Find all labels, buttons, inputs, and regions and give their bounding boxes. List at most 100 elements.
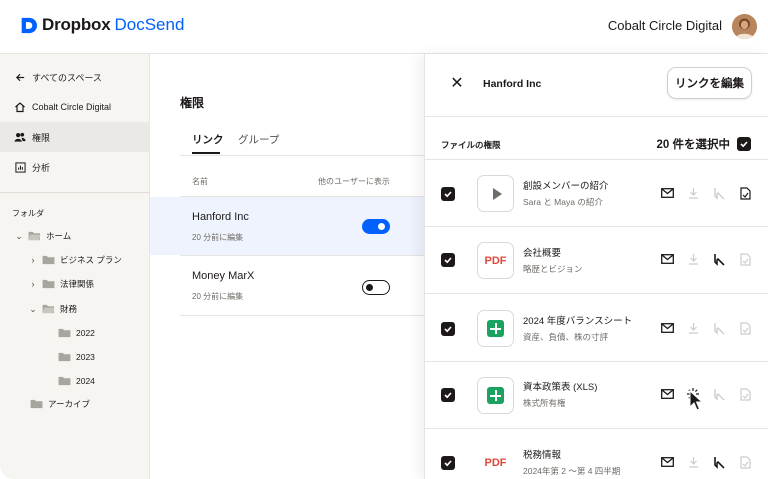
download-icon[interactable] xyxy=(686,321,700,335)
page-title: 権限 xyxy=(180,96,205,110)
spreadsheet-thumbnail xyxy=(477,310,514,347)
link-row-money-marx[interactable]: Money MarX 20 分前に編集 xyxy=(150,256,424,314)
column-header-visible: 他のユーザーに表示 xyxy=(318,177,390,186)
tab-groups[interactable]: グループ xyxy=(238,132,279,147)
document-check-icon[interactable] xyxy=(738,387,752,401)
row-divider xyxy=(180,315,424,316)
avatar-photo-icon xyxy=(732,14,757,39)
tree-item-finance[interactable]: ⌄ 財務 xyxy=(28,299,77,319)
signature-icon[interactable] xyxy=(712,455,726,469)
file-checkbox[interactable] xyxy=(441,322,455,336)
tree-item-label: 財務 xyxy=(60,304,78,314)
tab-links[interactable]: リンク xyxy=(192,132,224,147)
sidebar-item-analytics[interactable]: 分析 xyxy=(0,152,150,182)
visibility-toggle[interactable] xyxy=(362,280,390,295)
file-checkbox[interactable] xyxy=(441,253,455,267)
folder-icon xyxy=(30,399,43,409)
tree-item-2023[interactable]: 2023 xyxy=(58,347,95,367)
chevron-right-icon[interactable]: › xyxy=(28,255,38,265)
user-avatar[interactable] xyxy=(732,14,757,39)
tree-item-label: 2022 xyxy=(76,328,95,338)
file-description: Sara と Maya の紹介 xyxy=(523,197,603,207)
sidebar-item-label: すべてのスペース xyxy=(32,72,102,83)
document-check-icon[interactable] xyxy=(738,186,752,200)
email-icon[interactable] xyxy=(660,321,674,335)
chevron-down-icon[interactable]: ⌄ xyxy=(14,231,24,242)
signature-icon[interactable] xyxy=(712,387,726,401)
spreadsheet-thumbnail xyxy=(477,377,514,414)
file-row[interactable]: 2024 年度バランスシート 資産、負債、株の寸評 xyxy=(425,293,768,361)
sidebar-item-all-spaces[interactable]: すべてのスペース xyxy=(0,62,150,92)
link-name: Money MarX xyxy=(192,270,255,282)
app-window: Dropbox DocSend Cobalt Circle Digital すべ… xyxy=(0,0,768,479)
folder-icon xyxy=(58,328,71,338)
file-description: 資産、負債、株の寸評 xyxy=(523,332,609,342)
email-icon[interactable] xyxy=(660,455,674,469)
link-edited-time: 20 分前に編集 xyxy=(192,292,244,301)
check-icon xyxy=(740,141,748,148)
sidebar-item-space-home[interactable]: Cobalt Circle Digital xyxy=(0,92,150,122)
signature-icon[interactable] xyxy=(712,186,726,200)
active-tab-indicator xyxy=(192,152,220,154)
file-row[interactable]: 創設メンバーの紹介 Sara と Maya の紹介 xyxy=(425,159,768,227)
file-name: 会社概要 xyxy=(523,248,562,259)
chevron-right-icon[interactable]: › xyxy=(28,279,38,289)
panel-divider xyxy=(425,116,768,117)
download-icon[interactable] xyxy=(686,252,700,266)
edit-link-button[interactable]: リンクを編集 xyxy=(667,67,752,99)
pdf-thumbnail: PDF xyxy=(477,242,514,279)
link-row-hanford[interactable]: Hanford Inc 20 分前に編集 xyxy=(150,197,424,255)
check-icon xyxy=(444,257,452,264)
file-checkbox[interactable] xyxy=(441,388,455,402)
visibility-toggle[interactable] xyxy=(362,219,390,234)
tree-item-archive[interactable]: アーカイブ xyxy=(30,394,90,414)
email-icon[interactable] xyxy=(660,252,674,266)
signature-icon[interactable] xyxy=(712,321,726,335)
check-icon xyxy=(444,460,452,467)
file-row[interactable]: PDF 会社概要 略歴とビジョン xyxy=(425,226,768,294)
download-icon[interactable] xyxy=(686,455,700,469)
file-row[interactable]: 資本政策表 (XLS) 株式所有権 xyxy=(425,361,768,429)
email-icon[interactable] xyxy=(660,387,674,401)
tree-item-2022[interactable]: 2022 xyxy=(58,323,95,343)
docsend-logo-icon xyxy=(21,17,37,33)
tree-item-label: ビジネス プラン xyxy=(60,255,122,265)
document-check-icon[interactable] xyxy=(738,455,752,469)
dropbox-docsend-logo[interactable]: Dropbox DocSend xyxy=(20,15,184,35)
panel-title: Hanford Inc xyxy=(483,78,542,90)
file-description: 略歴とビジョン xyxy=(523,264,583,274)
folders-heading: フォルダ xyxy=(12,209,44,218)
email-icon[interactable] xyxy=(660,186,674,200)
toggle-knob xyxy=(378,223,385,230)
sidebar-divider xyxy=(0,192,150,193)
pdf-label: PDF xyxy=(484,456,507,469)
spreadsheet-icon xyxy=(487,320,504,337)
file-description: 2024年第 2 〜第 4 四半期 xyxy=(523,466,621,476)
signature-icon[interactable] xyxy=(712,252,726,266)
document-check-icon[interactable] xyxy=(738,321,752,335)
link-edited-time: 20 分前に編集 xyxy=(192,233,244,242)
tree-item-2024[interactable]: 2024 xyxy=(58,371,95,391)
file-name: 創設メンバーの紹介 xyxy=(523,181,609,192)
sidebar-item-permissions[interactable]: 権限 xyxy=(0,122,150,152)
file-row[interactable]: PDF 税務情報 2024年第 2 〜第 4 四半期 xyxy=(425,428,768,479)
org-name: Cobalt Circle Digital xyxy=(607,18,722,33)
link-name: Hanford Inc xyxy=(192,211,249,223)
tree-item-legal[interactable]: › 法律関係 xyxy=(28,274,95,294)
mouse-pointer-icon xyxy=(689,390,703,411)
file-name: 税務情報 xyxy=(523,450,562,461)
download-icon[interactable] xyxy=(686,186,700,200)
play-icon xyxy=(492,187,502,200)
document-check-icon[interactable] xyxy=(738,252,752,266)
select-all-checkbox[interactable] xyxy=(737,137,751,151)
chevron-down-icon[interactable]: ⌄ xyxy=(28,304,38,315)
close-icon[interactable]: ✕ xyxy=(449,76,465,92)
tree-item-business-plan[interactable]: › ビジネス プラン xyxy=(28,250,122,270)
column-header-name: 名前 xyxy=(192,177,208,186)
folder-open-icon xyxy=(28,231,41,241)
file-checkbox[interactable] xyxy=(441,187,455,201)
check-icon xyxy=(444,326,452,333)
tree-item-label: 法律関係 xyxy=(60,279,95,289)
tree-item-home[interactable]: ⌄ ホーム xyxy=(14,226,71,246)
file-checkbox[interactable] xyxy=(441,456,455,470)
